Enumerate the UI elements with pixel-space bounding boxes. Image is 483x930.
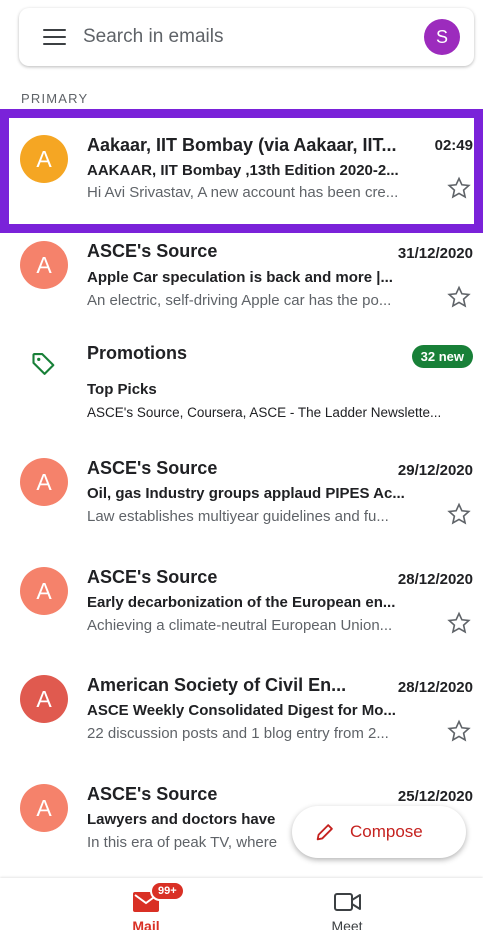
email-row[interactable]: A ASCE's Source 29/12/2020 Oil, gas Indu… — [0, 450, 483, 550]
star-icon[interactable] — [447, 502, 471, 526]
promotions-subject: Top Picks — [87, 381, 157, 398]
email-row[interactable]: A Aakaar, IIT Bombay (via Aakaar, IIT...… — [0, 121, 483, 221]
email-date: 28/12/2020 — [397, 679, 473, 696]
email-row[interactable]: A ASCE's Source 31/12/2020 Apple Car spe… — [0, 235, 483, 335]
email-snippet: Law establishes multiyear guidelines and… — [87, 508, 389, 525]
star-icon[interactable] — [447, 176, 471, 200]
tag-icon — [32, 353, 55, 375]
star-icon[interactable] — [447, 611, 471, 635]
email-snippet: An electric, self-driving Apple car has … — [87, 292, 392, 309]
email-sender: American Society of Civil En... — [87, 675, 347, 695]
nav-meet-label: Meet — [331, 918, 363, 930]
email-subject: ASCE Weekly Consolidated Digest for Mo..… — [87, 702, 396, 719]
search-input[interactable]: Search in emails — [83, 26, 424, 48]
email-date: 02:49 — [434, 137, 473, 154]
email-sender: ASCE's Source — [87, 567, 218, 587]
video-camera-icon — [334, 893, 361, 911]
sender-avatar: A — [20, 241, 68, 289]
email-sender: Aakaar, IIT Bombay (via Aakaar, IIT... — [87, 135, 397, 155]
promotions-label: Promotions — [87, 343, 188, 363]
email-row[interactable]: A ASCE's Source 28/12/2020 Early decarbo… — [0, 559, 483, 659]
search-bar[interactable]: Search in emails S — [19, 8, 474, 66]
pencil-icon — [316, 824, 333, 841]
section-label: PRIMARY — [21, 91, 89, 106]
email-date: 25/12/2020 — [397, 788, 473, 805]
sender-avatar: A — [20, 135, 68, 183]
bottom-nav: Mail Meet — [0, 878, 483, 930]
star-icon[interactable] — [447, 285, 471, 309]
email-sender: ASCE's Source — [87, 458, 218, 478]
email-snippet: In this era of peak TV, where — [87, 834, 278, 851]
email-snippet: 22 discussion posts and 1 blog entry fro… — [87, 725, 389, 742]
email-snippet: Achieving a climate-neutral European Uni… — [87, 617, 393, 634]
email-date: 31/12/2020 — [397, 245, 473, 262]
email-subject: Oil, gas Industry groups applaud PIPES A… — [87, 485, 405, 502]
nav-mail-label: Mail — [132, 918, 160, 930]
promotions-badge: 32 new — [411, 345, 473, 368]
email-subject: Early decarbonization of the European en… — [87, 594, 396, 611]
compose-label: Compose — [350, 822, 423, 841]
mail-unread-badge: 99+ — [150, 881, 185, 901]
star-icon[interactable] — [447, 719, 471, 743]
email-subject: Apple Car speculation is back and more |… — [87, 269, 393, 286]
email-snippet: Hi Avi Srivastav, A new account has been… — [87, 184, 399, 201]
email-date: 28/12/2020 — [397, 571, 473, 588]
compose-button[interactable]: Compose — [292, 806, 466, 858]
email-sender: ASCE's Source — [87, 784, 218, 804]
sender-avatar: A — [20, 567, 68, 615]
email-subject: Lawyers and doctors have — [87, 811, 276, 828]
promotions-snippet: ASCE's Source, Coursera, ASCE - The Ladd… — [87, 405, 442, 420]
menu-icon[interactable] — [43, 28, 66, 46]
email-subject: AAKAAR, IIT Bombay ,13th Edition 2020-2.… — [87, 162, 399, 179]
email-row[interactable]: A American Society of Civil En... 28/12/… — [0, 667, 483, 767]
email-sender: ASCE's Source — [87, 241, 218, 261]
sender-avatar: A — [20, 458, 68, 506]
sender-avatar: A — [20, 784, 68, 832]
promotions-row[interactable]: Promotions Top Picks ASCE's Source, Cour… — [0, 335, 483, 435]
email-date: 29/12/2020 — [397, 462, 473, 479]
sender-avatar: A — [20, 675, 68, 723]
account-avatar[interactable]: S — [424, 19, 460, 55]
